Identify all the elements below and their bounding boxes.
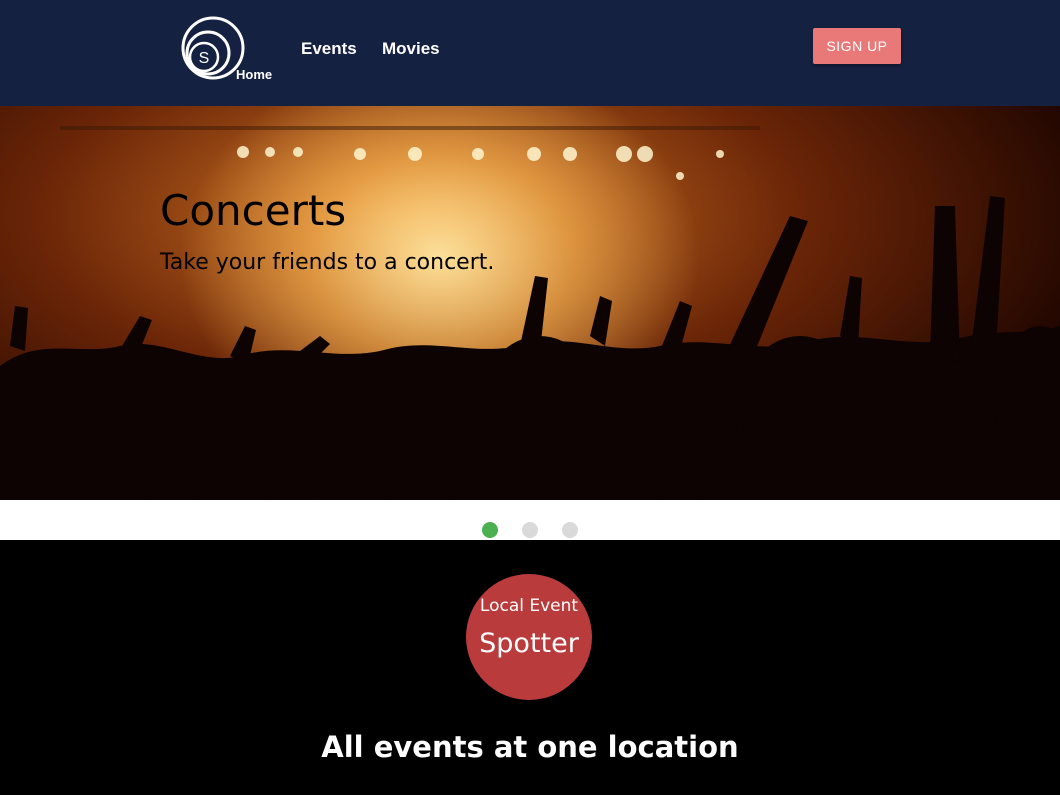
badge-top-text: Local Event (479, 596, 579, 616)
hero-carousel-slide[interactable]: Concerts Take your friends to a concert. (0, 106, 1060, 500)
tagline: All events at one location (321, 730, 739, 764)
nav-movies-link[interactable]: Movies (382, 39, 440, 59)
local-event-spotter-logo: Local Event Spotter (466, 574, 592, 700)
concert-crowd-image (0, 126, 1060, 500)
carousel-dot-1[interactable] (482, 522, 498, 538)
sign-up-button[interactable]: SIGN UP (813, 28, 901, 64)
top-navbar: S Home Events Movies SIGN UP (0, 0, 1060, 106)
badge-main-text: Spotter (479, 628, 579, 659)
carousel-dot-2[interactable] (522, 522, 538, 538)
brand-section: Local Event Spotter All events at one lo… (0, 540, 1060, 795)
hero-title: Concerts (160, 186, 347, 235)
logo-letter: S (199, 50, 210, 67)
hero-subtitle: Take your friends to a concert. (160, 250, 495, 275)
nav-events-link[interactable]: Events (301, 39, 357, 59)
nav-home-link[interactable]: Home (236, 67, 272, 82)
carousel-indicators (0, 500, 1060, 540)
carousel-dot-3[interactable] (562, 522, 578, 538)
